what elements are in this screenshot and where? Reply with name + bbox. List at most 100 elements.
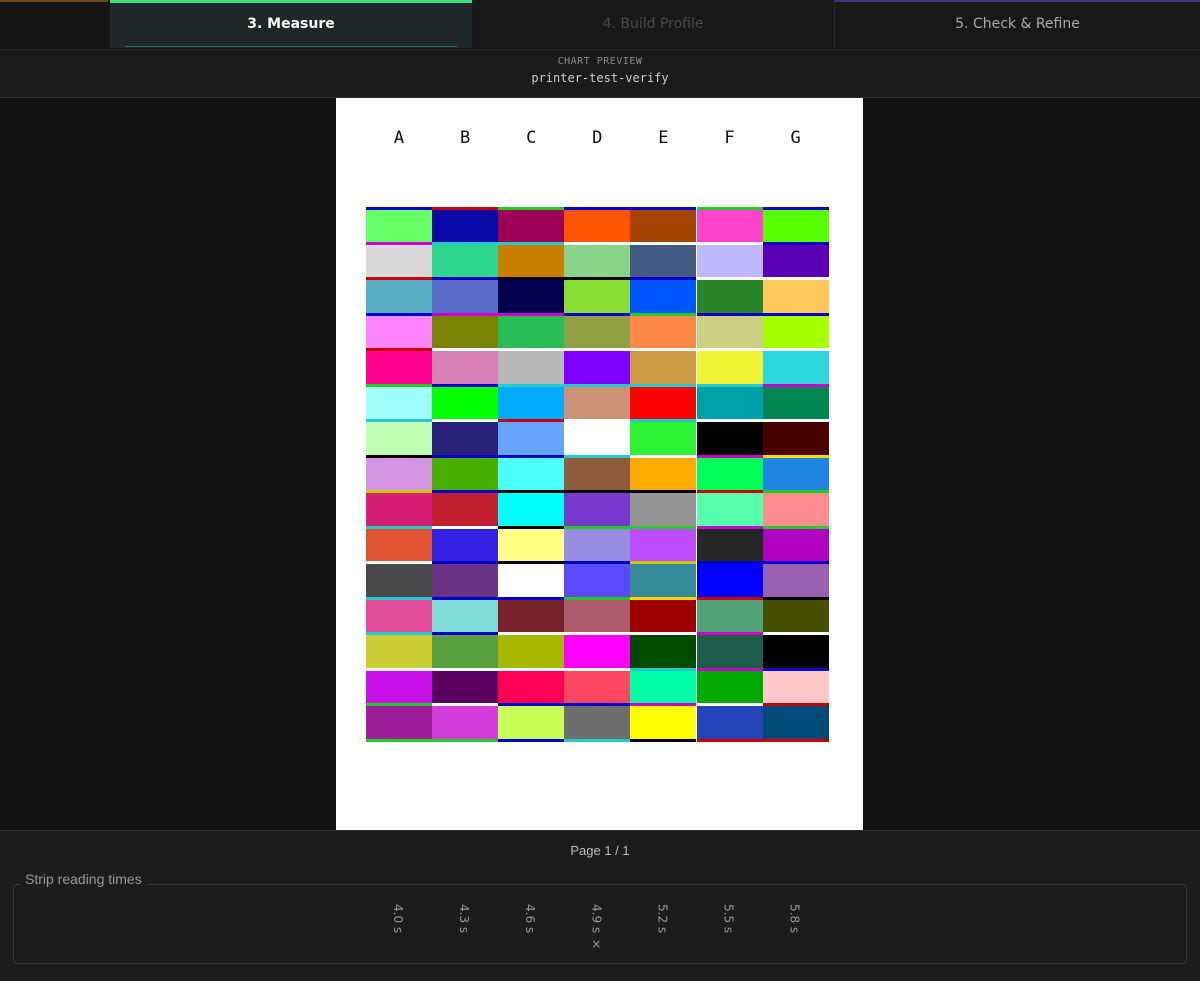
patch-divider xyxy=(762,703,829,706)
color-patch-c15 xyxy=(498,704,565,740)
strip-time-5[interactable]: 5.2 s xyxy=(655,904,669,933)
patch-divider xyxy=(564,596,631,600)
tab-build-profile[interactable]: 4. Build Profile xyxy=(473,0,833,48)
color-patch-e15 xyxy=(630,704,697,740)
patch-divider xyxy=(498,241,565,245)
patch-divider xyxy=(564,632,631,635)
color-patch-a14 xyxy=(366,668,433,704)
strip-time-7[interactable]: 5.8 s xyxy=(788,904,802,933)
patch-divider xyxy=(498,632,565,635)
patch-divider xyxy=(630,241,697,245)
patch-divider xyxy=(696,561,763,564)
color-patch-c14 xyxy=(498,668,565,704)
color-patch-a9 xyxy=(366,491,433,527)
strip-time-1[interactable]: 4.0 s xyxy=(391,904,405,933)
patch-divider xyxy=(630,312,697,316)
patch-divider xyxy=(696,632,763,635)
patch-divider xyxy=(630,703,697,706)
column-header-a: A xyxy=(393,128,405,148)
patch-divider xyxy=(498,703,565,706)
color-patch-c6 xyxy=(498,384,565,420)
patch-divider xyxy=(366,312,433,316)
strip-time-2[interactable]: 4.3 s xyxy=(457,904,471,933)
color-patch-d4 xyxy=(564,313,631,349)
patch-divider xyxy=(432,738,499,742)
patch-divider xyxy=(762,348,829,351)
patch-divider xyxy=(762,525,829,529)
patch-divider xyxy=(366,348,433,351)
color-patch-c8 xyxy=(498,455,565,491)
color-patch-f10 xyxy=(696,526,763,562)
patch-divider xyxy=(366,490,433,493)
color-patch-f13 xyxy=(696,633,763,669)
patch-divider xyxy=(498,490,565,493)
color-patch-e3 xyxy=(630,278,697,314)
patch-divider xyxy=(696,596,763,600)
color-patch-a15 xyxy=(366,704,433,740)
color-patch-f11 xyxy=(696,562,763,598)
color-patch-e14 xyxy=(630,668,697,704)
color-patch-d13 xyxy=(564,633,631,669)
color-patch-b7 xyxy=(432,420,499,456)
color-patch-g6 xyxy=(762,384,829,420)
strip-time-3[interactable]: 4.6 s xyxy=(523,904,537,933)
patch-divider xyxy=(630,738,697,742)
patch-divider xyxy=(432,454,499,458)
patch-divider xyxy=(630,207,697,210)
color-patch-f15 xyxy=(696,704,763,740)
patch-divider xyxy=(762,667,829,671)
patch-divider xyxy=(432,561,499,564)
color-patch-d5 xyxy=(564,349,631,385)
column-header-g: G xyxy=(790,128,801,148)
patch-divider xyxy=(432,596,499,600)
color-patch-f14 xyxy=(696,668,763,704)
patch-divider xyxy=(696,207,763,210)
color-patch-b8 xyxy=(432,455,499,491)
color-patch-g10 xyxy=(762,526,829,562)
color-patch-e2 xyxy=(630,242,697,278)
patch-divider xyxy=(432,525,499,529)
color-patch-f1 xyxy=(696,207,763,243)
color-patch-e6 xyxy=(630,384,697,420)
patch-divider xyxy=(498,525,565,529)
color-patch-d10 xyxy=(564,526,631,562)
patch-divider xyxy=(432,490,499,493)
color-patch-a11 xyxy=(366,562,433,598)
patch-divider xyxy=(696,490,763,493)
patch-divider xyxy=(432,703,499,706)
patch-divider xyxy=(762,383,829,387)
column-header-b: B xyxy=(459,128,471,148)
patch-divider xyxy=(564,312,631,316)
patch-divider xyxy=(696,454,763,458)
patch-divider xyxy=(432,632,499,635)
patch-divider xyxy=(498,596,565,600)
patch-divider xyxy=(762,207,829,210)
patch-divider xyxy=(498,383,565,387)
strip-time-6[interactable]: 5.5 s xyxy=(722,904,736,933)
column-header-f: F xyxy=(724,128,735,148)
column-header-e: E xyxy=(658,128,669,148)
patch-divider xyxy=(564,561,631,564)
patch-divider xyxy=(498,312,565,316)
strip-time-4[interactable]: 4.9 s × xyxy=(589,904,603,951)
color-patch-e4 xyxy=(630,313,697,349)
chart-preview-label: CHART PREVIEW xyxy=(557,56,643,67)
patch-divider xyxy=(564,454,631,458)
chart-name: printer-test-verify xyxy=(531,71,669,85)
tab-measure[interactable]: 3. Measure xyxy=(110,0,472,48)
patch-divider xyxy=(498,277,565,280)
column-header-d: D xyxy=(592,128,603,148)
color-patch-b3 xyxy=(432,278,499,314)
color-patch-c1 xyxy=(498,207,565,243)
patch-divider xyxy=(630,348,697,351)
color-patch-g3 xyxy=(762,278,829,314)
color-patch-f4 xyxy=(696,313,763,349)
patch-divider xyxy=(498,207,565,210)
color-patch-c9 xyxy=(498,491,565,527)
color-patch-d12 xyxy=(564,597,631,633)
color-patch-d1 xyxy=(564,207,631,243)
color-patch-f12 xyxy=(696,597,763,633)
tab-check-refine[interactable]: 5. Check & Refine xyxy=(834,0,1200,48)
patch-divider xyxy=(432,667,499,671)
color-patch-b1 xyxy=(432,207,499,243)
